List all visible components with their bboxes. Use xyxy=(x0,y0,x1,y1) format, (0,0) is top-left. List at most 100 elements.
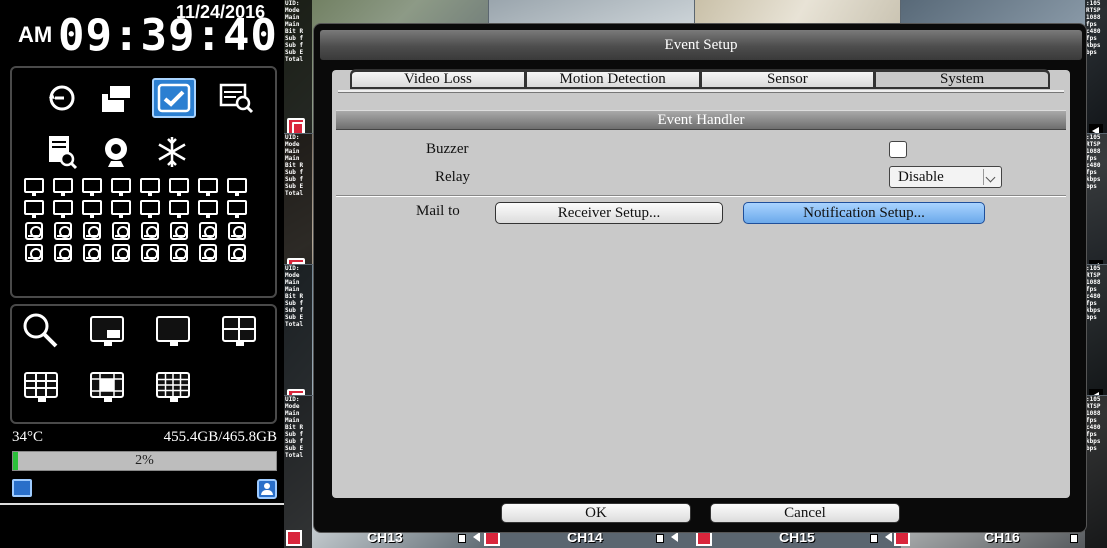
camera-info-line: UID: xyxy=(285,134,300,141)
layout-pip-icon[interactable] xyxy=(90,316,124,346)
monitor-icon[interactable] xyxy=(82,200,102,218)
file-manager-icon[interactable] xyxy=(98,80,134,116)
left-footer xyxy=(0,503,284,548)
event-setup-icon[interactable] xyxy=(152,78,196,118)
camera-icon[interactable] xyxy=(141,244,159,262)
camera-icon[interactable] xyxy=(112,222,130,240)
camera-icon[interactable] xyxy=(83,244,101,262)
notification-setup-button[interactable]: Notification Setup... xyxy=(743,202,985,224)
camera-info-line: fps xyxy=(1086,286,1097,293)
monitor-icon[interactable] xyxy=(169,178,189,196)
tab-system[interactable]: System xyxy=(875,69,1050,89)
layout-13-icon[interactable] xyxy=(90,372,124,402)
camera-info-line: kbps xyxy=(1086,307,1101,314)
user-icon[interactable] xyxy=(257,479,277,499)
camera-info-line: Sub E xyxy=(285,183,304,190)
monitor-icon[interactable] xyxy=(24,178,44,196)
camera-info-line: :105 xyxy=(1086,0,1101,7)
tab-video-loss[interactable]: Video Loss xyxy=(350,69,526,89)
camera-info-line: fps xyxy=(1086,417,1097,424)
monitor-icon[interactable] xyxy=(140,178,160,196)
disk-usage-readout: 455.4GB/465.8GB xyxy=(163,429,277,445)
camera-info-line: Sub f xyxy=(285,431,304,438)
camera-info-overlay-right: :105 RTSP 1088 fps c480 fps kbps bps xyxy=(1085,0,1107,133)
camera-icon[interactable] xyxy=(228,222,246,240)
layout-single-icon[interactable] xyxy=(156,316,190,346)
camera-icon[interactable] xyxy=(141,222,159,240)
camera-info-line: bps xyxy=(1086,314,1097,321)
camera-icon[interactable] xyxy=(54,222,72,240)
camera-info-line: fps xyxy=(1086,169,1097,176)
log-search-icon[interactable] xyxy=(44,132,80,172)
camera-icon[interactable] xyxy=(199,222,217,240)
monitor-icon[interactable] xyxy=(53,178,73,196)
snowflake-icon[interactable] xyxy=(152,132,192,172)
camera-info-line: Sub E xyxy=(285,49,304,56)
relay-select[interactable]: Disable xyxy=(889,166,1002,188)
camera-info-line: c480 xyxy=(1086,162,1101,169)
monitor-icon[interactable] xyxy=(53,200,73,218)
camera-icon[interactable] xyxy=(170,222,188,240)
disk-usage-percent: 2% xyxy=(135,453,154,468)
camera-info-line: Total xyxy=(285,56,304,63)
camera-icon[interactable] xyxy=(199,244,217,262)
camera-icon[interactable] xyxy=(54,244,72,262)
speaker-icon xyxy=(885,532,892,542)
monitor-icon[interactable] xyxy=(111,200,131,218)
ok-button[interactable]: OK xyxy=(501,503,691,523)
channel-status-icon xyxy=(1070,534,1078,543)
camera-info-line: 1088 xyxy=(1086,279,1101,286)
receiver-setup-button[interactable]: Receiver Setup... xyxy=(495,202,723,224)
tab-motion-detection[interactable]: Motion Detection xyxy=(525,69,701,89)
camera-info-line: Sub f xyxy=(285,307,304,314)
camera-info-overlay-right: :105 RTSP 1088 fps c480 fps kbps bps xyxy=(1085,134,1107,264)
monitor-icon[interactable] xyxy=(227,200,247,218)
camera-info-line: Sub f xyxy=(285,42,304,49)
camera-info-line: Sub E xyxy=(285,445,304,452)
network-icon[interactable] xyxy=(12,479,32,497)
monitor-icon[interactable] xyxy=(111,178,131,196)
camera-info-overlay: UID: Mode Main Main Bit R Sub f Sub f Sub E Tota… xyxy=(284,0,312,133)
camera-info-line: bps xyxy=(1086,445,1097,452)
camera-info-line: c480 xyxy=(1086,424,1101,431)
monitor-icon[interactable] xyxy=(198,178,218,196)
camera-info-line: :105 xyxy=(1086,265,1101,272)
camera-info-line: bps xyxy=(1086,49,1097,56)
tab-bar: Video Loss Motion Detection Sensor Syste… xyxy=(350,69,1050,89)
camera-icon[interactable] xyxy=(25,244,43,262)
layout-9-icon[interactable] xyxy=(24,372,58,402)
schedule-search-icon[interactable] xyxy=(216,80,256,116)
camera-info-line: Mode xyxy=(285,7,300,14)
zoom-icon[interactable] xyxy=(18,310,62,350)
relay-label: Relay xyxy=(435,169,470,185)
layout-16-icon[interactable] xyxy=(156,372,190,402)
buzzer-checkbox[interactable] xyxy=(889,141,907,158)
monitor-icon[interactable] xyxy=(227,178,247,196)
camera-icon[interactable] xyxy=(83,222,101,240)
clock-time: 09:39:40 xyxy=(58,10,278,61)
monitor-icon[interactable] xyxy=(82,178,102,196)
layout-quad-icon[interactable] xyxy=(222,316,256,346)
tab-sensor[interactable]: Sensor xyxy=(700,69,876,89)
camera-info-line: 1088 xyxy=(1086,148,1101,155)
camera-info-line: Bit R xyxy=(285,28,304,35)
camera-info-line: Sub f xyxy=(285,35,304,42)
channel-status-icon xyxy=(870,534,878,543)
camera-info-line: Bit R xyxy=(285,162,304,169)
cancel-button[interactable]: Cancel xyxy=(710,503,900,523)
playback-icon[interactable] xyxy=(44,80,80,116)
camera-icon[interactable] xyxy=(228,244,246,262)
monitor-icon[interactable] xyxy=(198,200,218,218)
camera-icon[interactable] xyxy=(170,244,188,262)
speaker-icon xyxy=(1089,389,1103,395)
camera-icon[interactable] xyxy=(25,222,43,240)
camera-icon[interactable] xyxy=(112,244,130,262)
divider xyxy=(336,195,1066,197)
camera-info-line: Total xyxy=(285,321,304,328)
dialog-body: Video Loss Motion Detection Sensor Syste… xyxy=(332,69,1070,498)
monitor-icon[interactable] xyxy=(169,200,189,218)
camera-info-line: RTSP xyxy=(1086,403,1101,410)
monitor-icon[interactable] xyxy=(140,200,160,218)
webcam-icon[interactable] xyxy=(98,132,134,172)
monitor-icon[interactable] xyxy=(24,200,44,218)
